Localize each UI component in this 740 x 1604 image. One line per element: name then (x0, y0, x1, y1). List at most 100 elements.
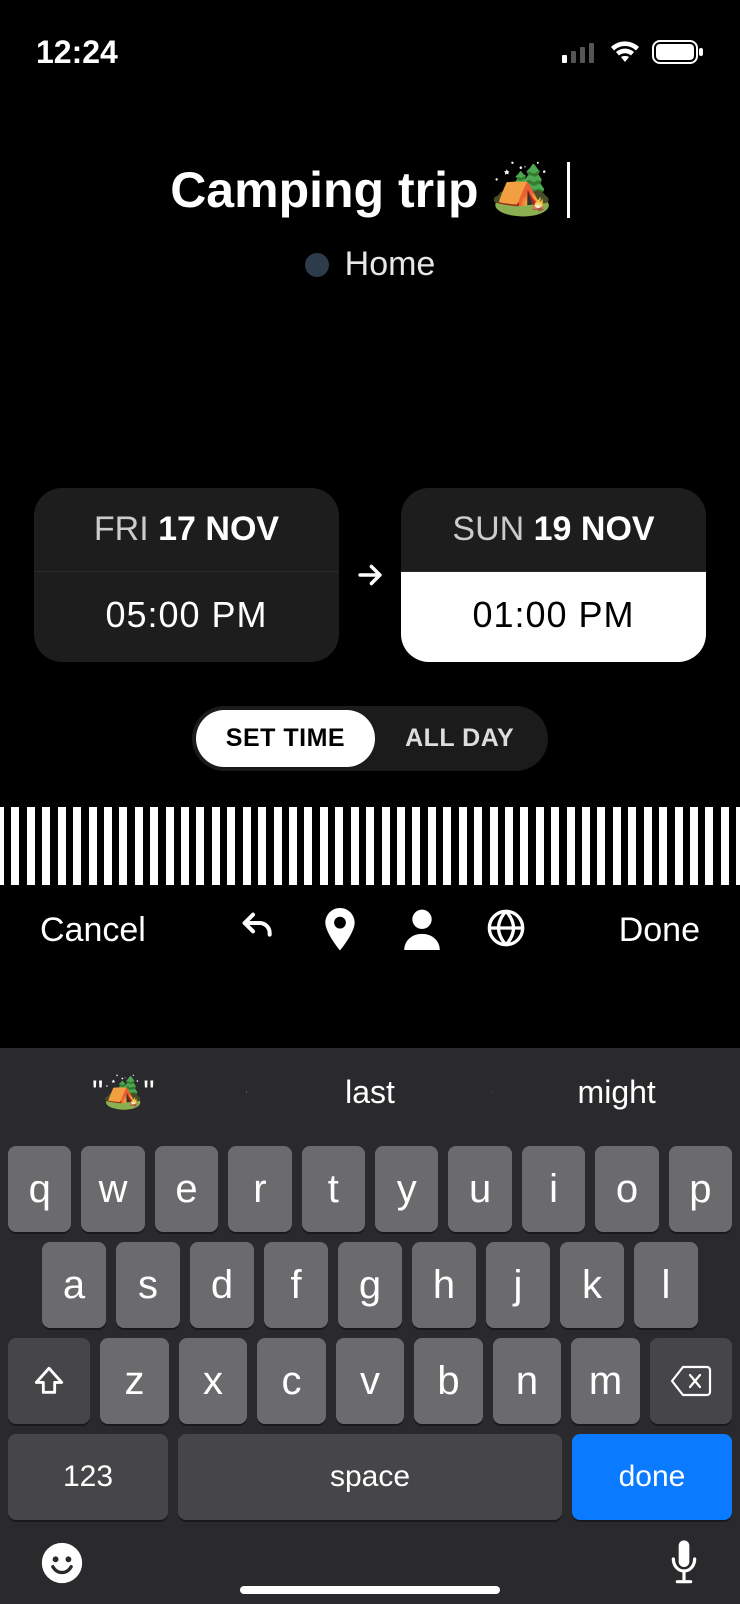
keyboard: "🏕️" last might qwertyuiop asdfghjkl zxc… (0, 1048, 740, 1604)
location-pin-icon[interactable] (322, 908, 358, 952)
time-tick (528, 807, 535, 885)
key-i[interactable]: i (522, 1146, 585, 1232)
time-tick (513, 807, 520, 885)
action-bar: Cancel Done (0, 885, 740, 975)
start-time[interactable]: 05:00 PM (34, 572, 339, 662)
key-s[interactable]: s (116, 1242, 180, 1328)
time-tick (498, 807, 505, 885)
cancel-button[interactable]: Cancel (40, 911, 146, 950)
status-time: 12:24 (36, 34, 118, 71)
key-h[interactable]: h (412, 1242, 476, 1328)
start-day-of-week: FRI (94, 510, 149, 548)
key-o[interactable]: o (595, 1146, 658, 1232)
start-date-card[interactable]: FRI 17 NOV 05:00 PM (34, 488, 339, 662)
battery-icon (652, 40, 704, 64)
space-key[interactable]: space (178, 1434, 562, 1520)
time-tick (575, 807, 582, 885)
wifi-icon (608, 40, 642, 64)
key-x[interactable]: x (179, 1338, 248, 1424)
time-tick (50, 807, 57, 885)
time-tick (343, 807, 350, 885)
done-button[interactable]: Done (619, 911, 700, 950)
suggestion-0[interactable]: "🏕️" (0, 1073, 247, 1111)
cellular-signal-icon (562, 41, 598, 63)
event-title-input[interactable]: Camping trip 🏕️ (170, 160, 570, 219)
time-tick (143, 807, 150, 885)
time-scrubber[interactable] (0, 807, 740, 885)
key-p[interactable]: p (669, 1146, 732, 1232)
time-tick (559, 807, 566, 885)
event-title-text: Camping trip (170, 161, 478, 219)
set-time-option[interactable]: SET TIME (196, 710, 375, 767)
key-n[interactable]: n (493, 1338, 562, 1424)
time-tick (482, 807, 489, 885)
key-l[interactable]: l (634, 1242, 698, 1328)
time-tick (266, 807, 273, 885)
text-cursor (567, 162, 570, 218)
key-r[interactable]: r (228, 1146, 291, 1232)
status-bar: 12:24 (0, 0, 740, 90)
key-m[interactable]: m (571, 1338, 640, 1424)
key-k[interactable]: k (560, 1242, 624, 1328)
key-v[interactable]: v (336, 1338, 405, 1424)
key-j[interactable]: j (486, 1242, 550, 1328)
person-icon[interactable] (402, 908, 442, 952)
time-tick (19, 807, 26, 885)
start-date: 17 NOV (158, 510, 279, 548)
time-tick (436, 807, 443, 885)
time-tick (251, 807, 258, 885)
time-tick (235, 807, 242, 885)
home-indicator[interactable] (240, 1586, 500, 1594)
end-time[interactable]: 01:00 PM (401, 572, 706, 662)
key-y[interactable]: y (375, 1146, 438, 1232)
time-tick (35, 807, 42, 885)
time-tick (467, 807, 474, 885)
keyboard-row-4: 123 space done (0, 1424, 740, 1520)
keyboard-row-2: asdfghjkl (0, 1232, 740, 1328)
arrow-right-icon (353, 558, 387, 592)
event-title-emoji: 🏕️ (491, 160, 553, 219)
time-tick (451, 807, 458, 885)
key-f[interactable]: f (264, 1242, 328, 1328)
key-b[interactable]: b (414, 1338, 483, 1424)
key-d[interactable]: d (190, 1242, 254, 1328)
time-tick (174, 807, 181, 885)
time-tick (297, 807, 304, 885)
key-q[interactable]: q (8, 1146, 71, 1232)
keyboard-row-3: zxcvbnm (0, 1328, 740, 1424)
key-c[interactable]: c (257, 1338, 326, 1424)
time-tick (97, 807, 104, 885)
shift-key[interactable] (8, 1338, 90, 1424)
time-tick (667, 807, 674, 885)
suggestion-2[interactable]: might (493, 1074, 740, 1111)
time-tick (713, 807, 720, 885)
backspace-key[interactable] (650, 1338, 732, 1424)
all-day-option[interactable]: ALL DAY (375, 710, 544, 767)
key-a[interactable]: a (42, 1242, 106, 1328)
time-tick (312, 807, 319, 885)
key-g[interactable]: g (338, 1242, 402, 1328)
key-z[interactable]: z (100, 1338, 169, 1424)
emoji-key[interactable] (40, 1541, 84, 1585)
time-tick (636, 807, 643, 885)
time-tick (66, 807, 73, 885)
key-w[interactable]: w (81, 1146, 144, 1232)
time-tick (220, 807, 227, 885)
key-t[interactable]: t (302, 1146, 365, 1232)
key-e[interactable]: e (155, 1146, 218, 1232)
time-tick (4, 807, 11, 885)
suggestion-1[interactable]: last (247, 1074, 494, 1111)
undo-icon[interactable] (238, 908, 278, 952)
calendar-color-dot (305, 253, 329, 277)
dictation-mic-icon[interactable] (668, 1540, 700, 1586)
calendar-selector[interactable]: Home (305, 245, 436, 284)
keyboard-suggestion-row: "🏕️" last might (0, 1048, 740, 1136)
status-icons (562, 40, 704, 64)
calendar-name: Home (345, 245, 436, 284)
key-u[interactable]: u (448, 1146, 511, 1232)
numbers-key[interactable]: 123 (8, 1434, 168, 1520)
time-tick (127, 807, 134, 885)
globe-icon[interactable] (486, 908, 526, 952)
end-date-card[interactable]: SUN 19 NOV 01:00 PM (401, 488, 706, 662)
keyboard-done-key[interactable]: done (572, 1434, 732, 1520)
